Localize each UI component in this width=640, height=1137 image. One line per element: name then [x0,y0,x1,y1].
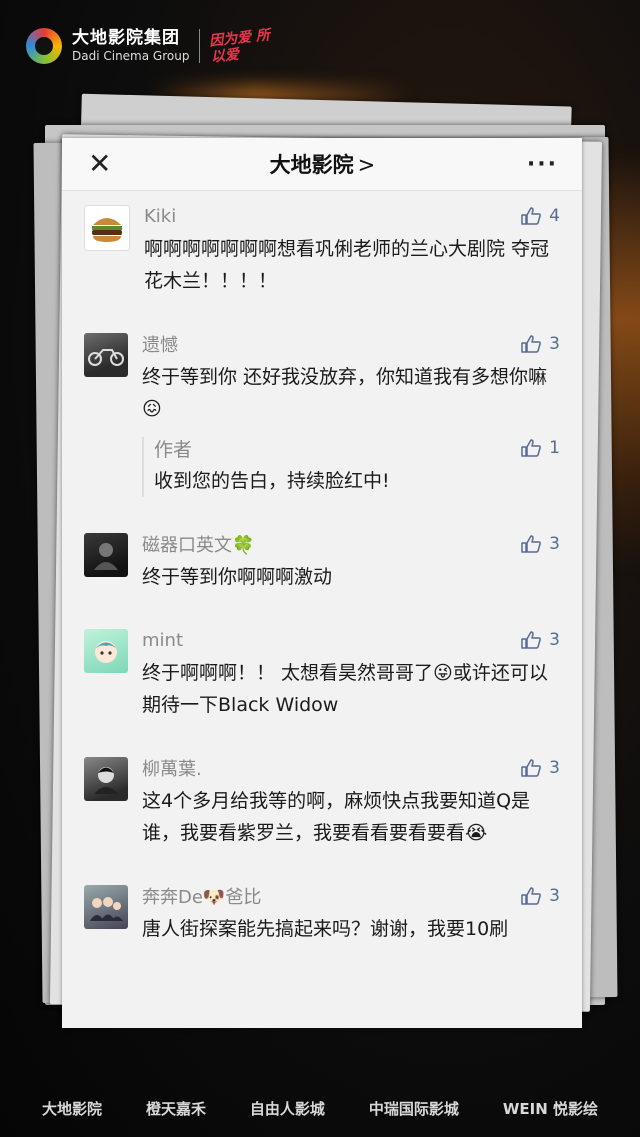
comment-text: 唐人街探案能先搞起来吗？谢谢，我要10刷 [142,918,509,940]
comment-author[interactable]: mint [142,630,183,651]
thumbs-up-icon [521,335,542,353]
avatar[interactable] [84,205,130,251]
comment-author[interactable]: 遗憾 [142,331,178,357]
comment-author[interactable]: Kiki [144,206,176,227]
thumbs-up-icon [521,759,542,777]
brand-text: 大地影院集团 Dadi Cinema Group [72,28,189,64]
comment-body: 磁器口英文🍀 3 终于等到你啊啊啊激动 [142,533,560,593]
comment-text: 这4个多月给我等的啊，麻烦快点我要知道Q是谁，我要看紫罗兰，我要看看要看要看😭 [142,790,531,844]
brand-name-cn: 大地影院集团 [72,28,180,48]
sponsor-logo-zhongrui: 中瑞国际影城 [368,1099,459,1118]
page-title-text: 大地影院 [269,153,354,177]
poster-page: 大地影院集团 Dadi Cinema Group 因为爱 所以爱 ✕ 大地影院 >… [0,0,640,1137]
comment-item: mint 3 终于啊啊啊！！ 太想看昊然哥哥了😜或许还可以期待一下Black W… [84,629,560,721]
page-title[interactable]: 大地影院 > [270,149,376,179]
comment-header: 柳萬葉. 3 [142,755,560,781]
sponsor-logo-ziyouren: 自由人影城 [249,1099,325,1118]
comment-body: 奔奔De🐶爸比 3 唐人街探案能先搞起来吗？谢谢，我要10刷 [142,885,560,945]
reply-author: 作者 [154,438,193,461]
like-button[interactable]: 4 [521,206,560,226]
burger-icon [92,218,122,242]
sponsor-logo-wein: WEIN 悦影绘 [502,1099,598,1118]
comment-item: Kiki 4 啊啊啊啊啊啊啊想看巩俐老师的兰心大剧院 夺冠 花木兰！！！！ [84,205,560,297]
brand-header: 大地影院集团 Dadi Cinema Group 因为爱 所以爱 [26,27,280,66]
comment-body: 柳萬葉. 3 这4个多月给我等的啊，麻烦快点我要知道Q是谁，我要看紫罗兰，我要看… [142,757,560,849]
thumbs-up-icon [521,207,542,225]
comment-header: 磁器口英文🍀 3 [142,531,560,557]
anime-face-icon [95,641,117,663]
dadi-logo-icon [26,28,62,64]
like-button[interactable]: 3 [521,886,560,906]
comment-header: 奔奔De🐶爸比 3 [142,883,560,909]
close-icon[interactable]: ✕ [88,149,118,179]
author-reply: 作者 1 收到您的告白，持续脸红中! [142,437,560,497]
sponsor-logo-chengtian: 橙天嘉禾 [145,1099,206,1118]
reply-text: 收到您的告白，持续脸红中! [154,470,390,492]
thumbs-up-icon [521,631,542,649]
like-count: 3 [549,886,560,906]
like-count: 3 [549,630,560,650]
motorcycle-icon [88,349,124,366]
comment-header: mint 3 [142,629,560,651]
like-button[interactable]: 3 [521,630,560,650]
avatar[interactable] [84,885,128,929]
comment-body: mint 3 终于啊啊啊！！ 太想看昊然哥哥了😜或许还可以期待一下Black W… [142,629,560,721]
comment-header: Kiki 4 [144,205,560,227]
brand-name-en: Dadi Cinema Group [72,49,190,63]
comment-item: 遗憾 3 终于等到你 还好我没放弃，你知道我有多想你嘛😖 作者 1 收到您的告白… [84,333,560,497]
comment-text: 终于等到你啊啊啊激动 [142,566,333,588]
like-button[interactable]: 3 [521,758,560,778]
nav-bar: ✕ 大地影院 > ··· [62,138,582,191]
comment-text: 啊啊啊啊啊啊啊想看巩俐老师的兰心大剧院 夺冠 花木兰！！！！ [144,238,550,292]
like-button[interactable]: 1 [521,438,560,458]
person-icon [94,543,118,570]
reply-header: 作者 1 [154,437,560,461]
sponsor-bar: 大地影院 橙天嘉禾 自由人影城 中瑞国际影城 WEIN 悦影绘 [0,1090,640,1126]
comment-author[interactable]: 柳萬葉. [142,755,202,781]
like-count: 3 [549,534,560,554]
person-icon [94,767,118,794]
comment-text: 终于啊啊啊！！ 太想看昊然哥哥了😜或许还可以期待一下Black Widow [142,662,548,716]
like-count: 3 [549,758,560,778]
like-count: 3 [549,334,560,354]
comment-header: 遗憾 3 [142,331,560,357]
comment-item: 磁器口英文🍀 3 终于等到你啊啊啊激动 [84,533,560,593]
comment-author[interactable]: 奔奔De🐶爸比 [142,883,261,909]
like-button[interactable]: 3 [521,334,560,354]
comments-card: ✕ 大地影院 > ··· Kiki 4 啊啊啊啊啊啊啊想看巩俐老师的兰心大剧院 … [62,138,582,1028]
brand-slogan: 因为爱 所以爱 [208,27,272,66]
like-button[interactable]: 3 [521,534,560,554]
thumbs-up-icon [521,887,542,905]
avatar[interactable] [84,629,128,673]
avatar[interactable] [84,333,128,377]
comment-item: 柳萬葉. 3 这4个多月给我等的啊，麻烦快点我要知道Q是谁，我要看紫罗兰，我要看… [84,757,560,849]
thumbs-up-icon [521,439,542,457]
group-photo-icon [90,897,123,921]
chevron-right-icon: > [357,153,376,177]
sponsor-logo-dadi: 大地影院 [41,1099,102,1118]
brand-divider [199,29,201,63]
comment-author[interactable]: 磁器口英文🍀 [142,531,254,557]
comment-list: Kiki 4 啊啊啊啊啊啊啊想看巩俐老师的兰心大剧院 夺冠 花木兰！！！！ 遗憾… [62,191,582,945]
avatar[interactable] [84,757,128,801]
comment-text: 终于等到你 还好我没放弃，你知道我有多想你嘛😖 [142,366,548,420]
comment-item: 奔奔De🐶爸比 3 唐人街探案能先搞起来吗？谢谢，我要10刷 [84,885,560,945]
like-count: 4 [549,206,560,226]
thumbs-up-icon [521,535,542,553]
comment-body: 遗憾 3 终于等到你 还好我没放弃，你知道我有多想你嘛😖 作者 1 收到您的告白… [142,333,560,497]
avatar[interactable] [84,533,128,577]
like-count: 1 [549,438,560,458]
comment-body: Kiki 4 啊啊啊啊啊啊啊想看巩俐老师的兰心大剧院 夺冠 花木兰！！！！ [144,205,560,297]
more-icon[interactable]: ··· [527,152,558,177]
